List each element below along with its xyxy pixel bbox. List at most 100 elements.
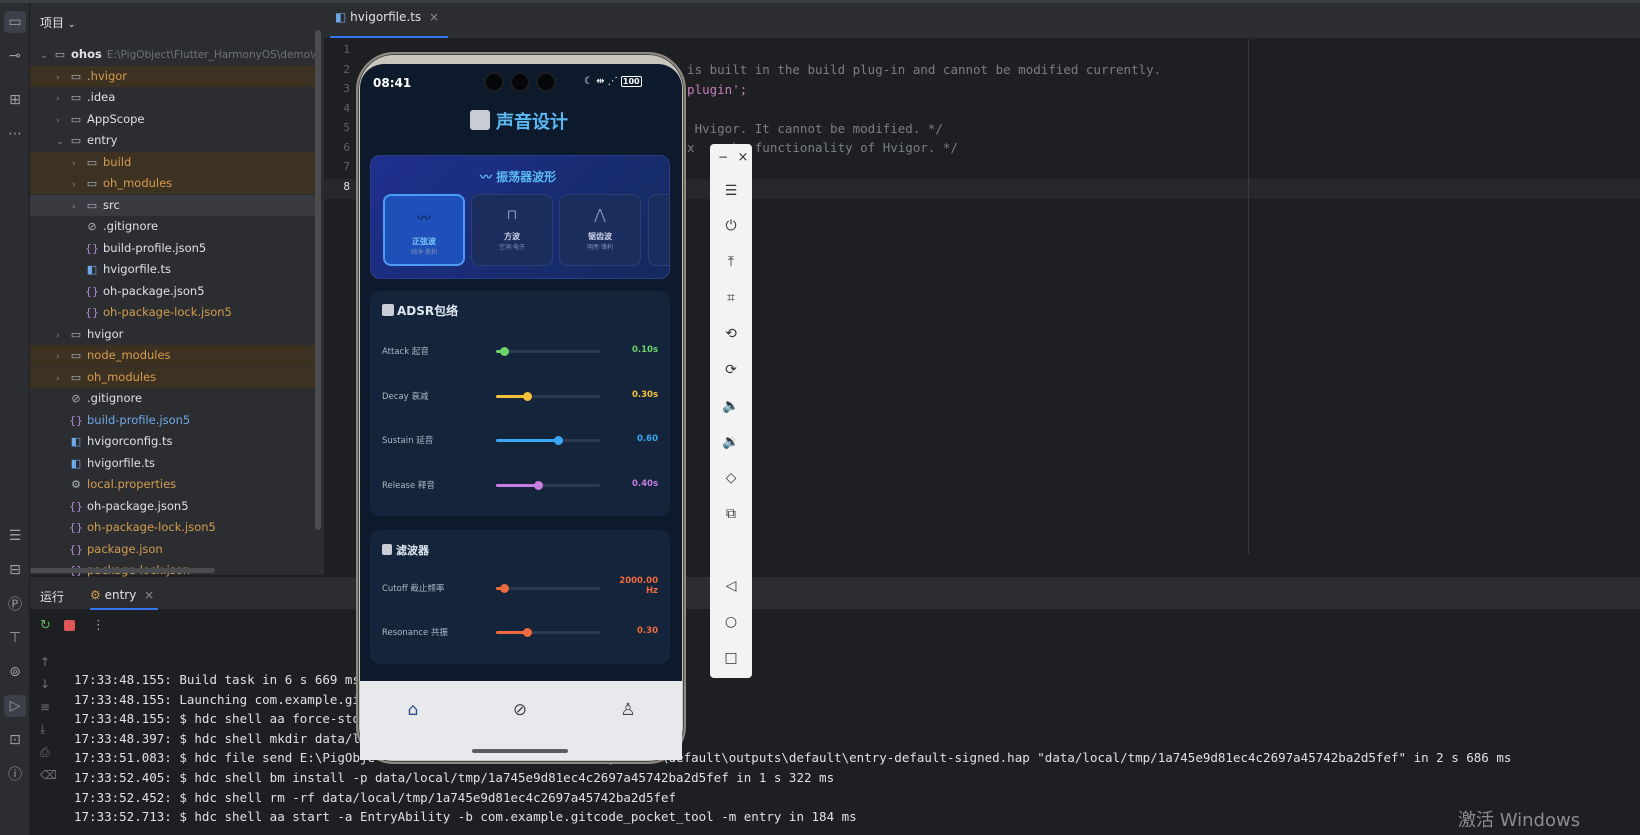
tree-item[interactable]: › ▭ oh_modules [30, 366, 316, 388]
tree-item[interactable]: {} package.json [30, 539, 316, 560]
volume-down-icon[interactable]: 🔉 [720, 431, 742, 453]
tab-hvigorfile[interactable]: ◧ hvigorfile.ts × [335, 10, 439, 24]
tree-item[interactable]: › ▭ src [30, 194, 316, 216]
tree-item[interactable]: ◧ hvigorconfig.ts [30, 431, 316, 452]
volume-up-icon[interactable]: 🔈 [720, 395, 742, 417]
layout-icon[interactable]: ⊟ [4, 559, 26, 581]
tree-item[interactable]: {} oh-package.json5 [30, 496, 316, 517]
commit-icon[interactable]: ⊸ [4, 45, 26, 67]
todo-icon[interactable]: ☰ [4, 525, 26, 547]
chevron-right-icon[interactable]: › [56, 347, 68, 366]
compass-icon[interactable]: ⊘ [508, 698, 532, 722]
scroll-up-icon[interactable]: ↑ [40, 655, 50, 669]
tree-item[interactable]: › ▭ AppScope [30, 109, 316, 130]
rotate-right-icon[interactable]: ⟳ [720, 359, 742, 381]
waveform-option[interactable]: 〰正弦波 纯净·柔和 [383, 194, 465, 266]
slider-knob[interactable] [523, 391, 532, 401]
chevron-right-icon[interactable]: › [72, 175, 84, 194]
log-line: 17:33:48.155: $ hdc shell aa force-stop [74, 711, 368, 727]
profiler-icon[interactable]: Ⓟ [4, 593, 26, 615]
fold-icon[interactable]: ◇ [720, 467, 742, 489]
waveform-option-partial[interactable] [648, 194, 670, 266]
slider-track[interactable] [496, 587, 600, 590]
project-horizontal-scrollbar[interactable] [30, 568, 215, 573]
slider-track[interactable] [496, 350, 600, 353]
problems-icon[interactable]: ⓘ [4, 763, 26, 785]
slider-knob[interactable] [500, 584, 509, 593]
rotate-icon[interactable]: ⟲ [720, 323, 742, 345]
close-icon[interactable]: × [144, 588, 154, 602]
tree-item[interactable]: ◧ hvigorfile.ts [30, 259, 316, 280]
tree-item[interactable]: ⚙ local.properties [30, 474, 316, 495]
back-icon[interactable]: ◁ [720, 575, 742, 597]
tree-item[interactable]: › ▭ .hvigor [30, 65, 316, 87]
scroll-down-icon[interactable]: ↓ [40, 677, 50, 691]
chevron-right-icon[interactable]: › [56, 111, 68, 130]
tree-item[interactable]: {} oh-package-lock.json5 [30, 517, 316, 538]
tree-item[interactable]: › ▭ .idea [30, 87, 316, 108]
slider-knob[interactable] [500, 347, 509, 356]
close-icon[interactable]: × [732, 146, 754, 168]
code-line[interactable]: t is built in the build plug-in and cann… [672, 62, 1161, 77]
chevron-down-icon[interactable]: ⌄ [40, 46, 52, 65]
close-icon[interactable]: × [429, 10, 439, 24]
waveform-option[interactable]: ⊓ 方波 空洞·电子 [471, 194, 553, 266]
build-icon[interactable]: ⊤ [4, 627, 26, 649]
terminal-icon[interactable]: ⊡ [4, 729, 26, 751]
tree-item[interactable]: {} oh-package.json5 [30, 281, 316, 302]
tree-item[interactable]: ◧ hvigorfile.ts [30, 453, 316, 474]
chevron-right-icon[interactable]: › [72, 197, 84, 216]
services-icon[interactable]: ⊚ [4, 661, 26, 683]
slider-knob[interactable] [554, 436, 563, 445]
tree-item[interactable]: ⊘ .gitignore [30, 216, 316, 237]
power-icon[interactable]: ⏻ [720, 215, 742, 237]
code-line[interactable]: of Hvigor. It cannot be modified. */ [672, 121, 943, 136]
tree-item[interactable]: › ▭ build [30, 151, 316, 173]
home-icon[interactable]: ○ [720, 611, 742, 633]
run-panel-title: 运行 [40, 590, 65, 604]
run-tab-entry[interactable]: ⚙ entry × [90, 588, 154, 602]
tree-item[interactable]: {} build-profile.json5 [30, 238, 316, 259]
more-options-icon[interactable]: ⋮ [92, 618, 105, 633]
minimize-icon[interactable]: − [712, 146, 734, 168]
more-tools-icon[interactable]: ⋯ [4, 123, 26, 145]
crop-screenshot-icon[interactable]: ⌗ [720, 287, 742, 309]
multi-device-icon[interactable]: ⧉ [720, 503, 742, 525]
chevron-down-icon[interactable]: ⌄ [56, 132, 68, 151]
scroll-to-end-icon[interactable]: ⤓ [40, 722, 45, 737]
home-icon[interactable]: ⌂ [401, 698, 425, 722]
run-tool-icon[interactable]: ▷ [4, 695, 26, 717]
profile-icon[interactable]: ♙ [616, 698, 640, 722]
tree-item[interactable]: › ▭ node_modules [30, 345, 316, 366]
tree-item[interactable]: › ▭ hvigor [30, 324, 316, 345]
project-folder-icon[interactable]: ▭ [4, 11, 26, 33]
tree-item[interactable]: ⊘ .gitignore [30, 388, 316, 409]
chevron-right-icon[interactable]: › [56, 68, 68, 87]
chevron-right-icon[interactable]: › [72, 154, 84, 173]
slider-knob[interactable] [523, 628, 532, 637]
tree-item[interactable]: ⌄ ▭ ohos E:\PigObject\Flutter_HarmonyOS\dem… [30, 44, 316, 65]
menu-icon[interactable]: ☰ [720, 180, 742, 202]
project-vertical-scrollbar[interactable] [315, 30, 321, 530]
tree-item[interactable]: ⌄ ▭ entry [30, 130, 316, 151]
print-icon[interactable]: ⎙ [40, 745, 50, 760]
home-indicator[interactable] [472, 749, 568, 753]
waveform-option[interactable]: ⋀ 锯齿波 明亮·锋利 [559, 194, 641, 266]
stop-icon[interactable] [64, 620, 75, 631]
tree-item[interactable]: {} oh-package-lock.json5 [30, 302, 316, 323]
soft-wrap-icon[interactable]: ≡ [40, 700, 50, 714]
structure-icon[interactable]: ⊞ [4, 89, 26, 111]
slider-knob[interactable] [534, 480, 543, 490]
chevron-right-icon[interactable]: › [56, 326, 68, 345]
tree-item[interactable]: {} build-profile.json5 [30, 410, 316, 431]
pin-top-icon[interactable]: ⤒ [720, 251, 742, 273]
rerun-icon[interactable]: ↻ [40, 618, 51, 633]
json-icon: {} [69, 413, 83, 427]
trash-icon[interactable]: ⌫ [40, 768, 57, 782]
chevron-right-icon[interactable]: › [56, 89, 68, 108]
project-panel-header[interactable]: 项目 ⌄ [40, 14, 75, 31]
chevron-right-icon[interactable]: › [56, 369, 68, 388]
tree-item[interactable]: › ▭ oh_modules [30, 173, 316, 194]
tree-item-label: .idea [87, 90, 116, 104]
recents-icon[interactable]: □ [720, 647, 742, 669]
